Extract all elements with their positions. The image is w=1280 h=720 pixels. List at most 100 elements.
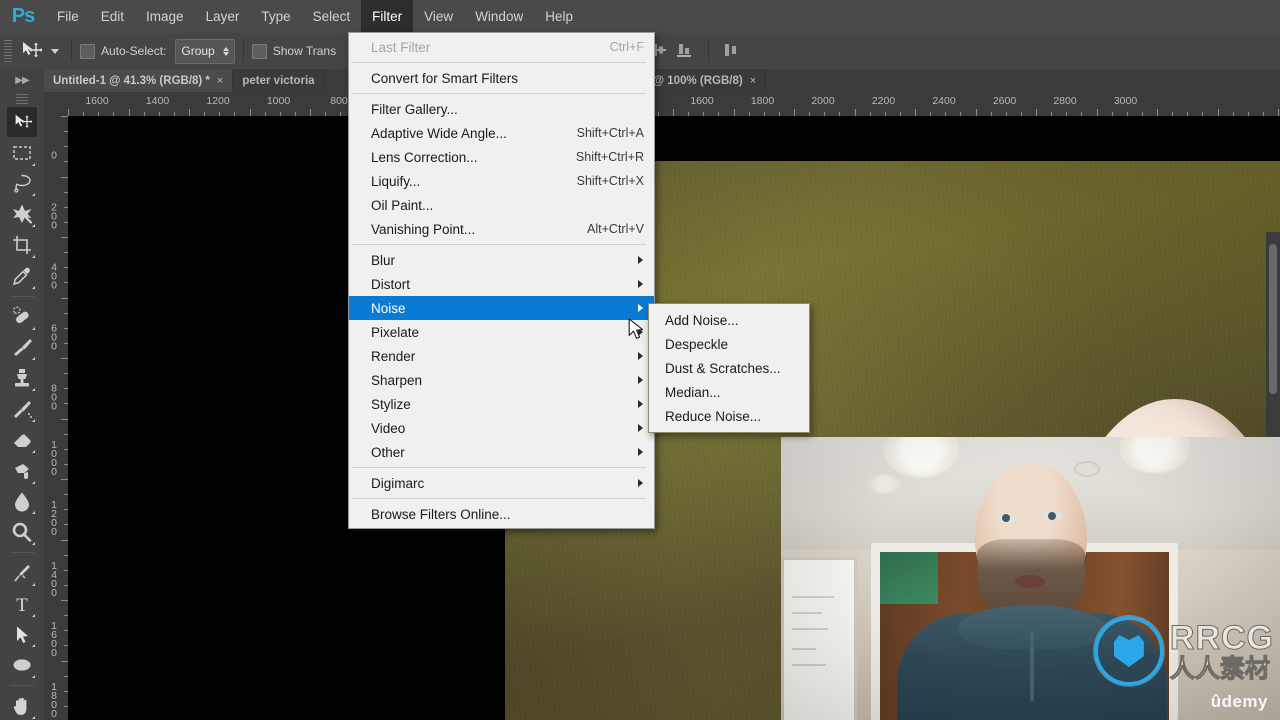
ruler-tick [61, 479, 68, 480]
filter-menu-item-sharpen[interactable]: Sharpen [349, 368, 654, 392]
menu-edit[interactable]: Edit [90, 0, 135, 33]
menu-select[interactable]: Select [302, 0, 362, 33]
align-bottom-edges-icon[interactable] [674, 40, 696, 62]
submenu-arrow-icon [638, 280, 643, 288]
tool-pen[interactable] [7, 558, 37, 588]
filter-menu-item-stylize[interactable]: Stylize [349, 392, 654, 416]
filter-menu-item-vanishing-point[interactable]: Vanishing Point... Alt+Ctrl+V [349, 217, 654, 241]
ruler-tick [975, 109, 977, 116]
tool-blur[interactable] [7, 487, 37, 517]
tool-gradient[interactable] [7, 456, 37, 486]
tool-brush[interactable] [7, 333, 37, 363]
filter-menu-item-pixelate[interactable]: Pixelate [349, 320, 654, 344]
document-tab-peter-victoria[interactable]: peter victoria [233, 69, 325, 92]
filter-menu-item-digimarc[interactable]: Digimarc [349, 471, 654, 495]
noise-submenu-item-reduce-noise[interactable]: Reduce Noise... [649, 404, 809, 428]
document-tab-untitled-1[interactable]: Untitled-1 @ 41.3% (RGB/8) * × [44, 69, 234, 92]
tool-spot-healing-brush[interactable] [7, 302, 37, 332]
filter-menu-dropdown[interactable]: Last Filter Ctrl+F Convert for Smart Filte… [348, 32, 655, 529]
close-icon[interactable]: × [217, 75, 223, 87]
show-transform-checkbox-box[interactable] [251, 43, 267, 59]
ruler-tick [61, 539, 68, 541]
options-bar-grip[interactable] [4, 40, 12, 62]
tool-clone-stamp[interactable] [7, 363, 37, 393]
tool-hand[interactable] [7, 691, 37, 720]
menu-item-label: Median... [665, 384, 721, 400]
tab-label: peter victoria [242, 74, 315, 87]
horizontal-ruler[interactable]: 1600140012001000800600800100012001400160… [68, 92, 1280, 117]
tool-dodge[interactable] [7, 517, 37, 547]
menu-help[interactable]: Help [534, 0, 584, 33]
tool-eyedropper[interactable] [7, 261, 37, 291]
filter-menu-item-convert-for-smart-filters[interactable]: Convert for Smart Filters [349, 66, 654, 90]
menu-filter[interactable]: Filter [361, 0, 414, 33]
udemy-watermark: ûdemy [1210, 692, 1268, 711]
filter-menu-item-video[interactable]: Video [349, 416, 654, 440]
noise-submenu-item-median[interactable]: Median... [649, 380, 809, 404]
show-transform-controls-checkbox[interactable]: Show Trans [251, 43, 336, 59]
auto-select-scope-dropdown[interactable]: Group [175, 38, 235, 64]
filter-menu-item-blur[interactable]: Blur [349, 248, 654, 272]
tools-panel-grip[interactable] [16, 94, 28, 104]
panel-collapse-button[interactable]: ▶▶ [0, 69, 44, 92]
ruler-tick [61, 297, 68, 299]
ruler-tick-label: 1000 [48, 438, 60, 475]
menu-view[interactable]: View [413, 0, 464, 33]
tool-horizontal-type[interactable]: T [7, 589, 37, 619]
ruler-tick-label: 1000 [266, 95, 291, 107]
tool-eraser[interactable] [7, 425, 37, 455]
scrollbar-thumb[interactable] [1269, 244, 1277, 394]
submenu-arrow-icon [638, 304, 643, 312]
noise-submenu-item-despeckle[interactable]: Despeckle [649, 332, 809, 356]
menu-item-shortcut: Ctrl+F [609, 40, 644, 54]
menu-item-label: Oil Paint... [371, 197, 434, 213]
tool-flyout-indicator-icon [32, 162, 35, 166]
noise-submenu-item-dust-scratches[interactable]: Dust & Scratches... [649, 356, 809, 380]
menu-type[interactable]: Type [250, 0, 301, 33]
active-tool-preview[interactable] [16, 40, 63, 62]
tool-path-selection[interactable] [7, 620, 37, 650]
filter-menu-item-lens-correction[interactable]: Lens Correction... Shift+Ctrl+R [349, 145, 654, 169]
chevron-updown-icon[interactable] [222, 46, 229, 56]
menu-layer[interactable]: Layer [195, 0, 251, 33]
noise-submenu-item-add-noise[interactable]: Add Noise... [649, 308, 809, 332]
filter-menu-item-last-filter[interactable]: Last Filter Ctrl+F [349, 35, 654, 59]
rrcg-watermark: RRCG 人人素材 [1093, 616, 1274, 686]
filter-menu-item-distort[interactable]: Distort [349, 272, 654, 296]
tool-move[interactable] [7, 106, 37, 137]
tool-history-brush[interactable] [7, 394, 37, 424]
menu-item-label: Render [371, 348, 416, 364]
tool-flyout-indicator-icon [32, 193, 35, 197]
tool-preset-chevron-down-icon[interactable] [51, 48, 59, 54]
close-icon[interactable]: × [750, 75, 756, 87]
tool-quick-selection[interactable] [7, 199, 37, 229]
auto-select-checkbox-box[interactable] [80, 43, 95, 59]
filter-menu-item-browse-filters-online[interactable]: Browse Filters Online... [349, 502, 654, 526]
filter-menu-item-filter-gallery[interactable]: Filter Gallery... [349, 97, 654, 121]
menu-item-shortcut: Shift+Ctrl+X [576, 174, 644, 188]
filter-menu-item-oil-paint[interactable]: Oil Paint... [349, 193, 654, 217]
tool-rectangular-marquee[interactable] [7, 138, 37, 168]
filter-menu-item-render[interactable]: Render [349, 344, 654, 368]
ruler-origin-corner[interactable] [44, 92, 69, 117]
tool-ellipse[interactable] [7, 650, 37, 680]
noise-submenu[interactable]: Add Noise... Despeckle Dust & Scratches...… [648, 303, 810, 433]
submenu-arrow-icon [638, 448, 643, 456]
filter-menu-item-noise[interactable]: Noise [349, 296, 654, 320]
distribute-icon[interactable] [721, 40, 743, 62]
ruler-tick [854, 109, 856, 116]
tool-lasso[interactable] [7, 169, 37, 199]
tool-flyout-indicator-icon [32, 224, 35, 228]
menu-window[interactable]: Window [464, 0, 534, 33]
menu-image[interactable]: Image [135, 0, 195, 33]
auto-select-checkbox[interactable]: Auto-Select: [80, 43, 166, 59]
tool-crop[interactable] [7, 230, 37, 260]
filter-menu-item-other[interactable]: Other [349, 440, 654, 464]
ruler-tick-label: 1600 [48, 620, 60, 656]
filter-menu-item-adaptive-wide-angle[interactable]: Adaptive Wide Angle... Shift+Ctrl+A [349, 121, 654, 145]
menu-item-label: Convert for Smart Filters [371, 70, 519, 86]
filter-menu-item-liquify[interactable]: Liquify... Shift+Ctrl+X [349, 169, 654, 193]
photoshop-logo-icon: Ps [11, 5, 35, 27]
vertical-ruler[interactable]: 0200400600800100012001400160018002000 [44, 116, 69, 720]
menu-file[interactable]: File [46, 0, 90, 33]
